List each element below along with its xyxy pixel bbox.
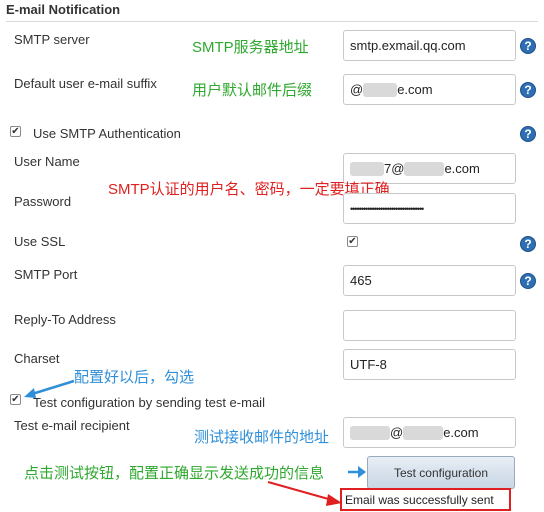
user-name-label: User Name xyxy=(14,154,80,169)
recipient-annotation: 测试接收邮件的地址 xyxy=(194,429,330,446)
section-divider xyxy=(6,21,538,22)
password-input[interactable]: •••••••••••••••••••••••••••••••••• xyxy=(343,193,516,224)
default-suffix-suffix: e.com xyxy=(397,82,433,97)
reply-to-input[interactable] xyxy=(343,310,516,341)
charset-label: Charset xyxy=(14,351,60,366)
smtp-server-help-icon[interactable]: ? xyxy=(520,38,536,54)
test-recipient-input[interactable]: @ e.com xyxy=(343,417,516,448)
redacted-text xyxy=(404,161,445,176)
check-annotation: 配置好以后，勾选 xyxy=(74,369,195,386)
redacted-text xyxy=(403,425,444,440)
reply-to-label: Reply-To Address xyxy=(14,312,116,327)
success-message: Email was successfully sent xyxy=(340,488,511,511)
arrow-icon xyxy=(267,481,342,506)
use-smtp-auth-label: Use SMTP Authentication xyxy=(33,126,181,141)
redacted-text xyxy=(350,425,390,440)
redacted-text xyxy=(350,161,384,176)
smtp-auth-help-icon[interactable]: ? xyxy=(520,126,536,142)
use-ssl-checkbox[interactable]: ✔ xyxy=(347,236,358,247)
redacted-text xyxy=(363,82,398,97)
use-ssl-help-icon[interactable]: ? xyxy=(520,236,536,252)
smtp-port-help-icon[interactable]: ? xyxy=(520,273,536,289)
default-suffix-prefix: @ xyxy=(350,82,364,97)
smtp-port-input[interactable]: 465 xyxy=(343,265,516,296)
user-name-part2: e.com xyxy=(444,161,480,176)
default-suffix-help-icon[interactable]: ? xyxy=(520,82,536,98)
section-title: E-mail Notification xyxy=(6,2,121,17)
test-recipient-part1: @ xyxy=(390,425,404,440)
default-suffix-label: Default user e-mail suffix xyxy=(14,76,157,91)
arrow-icon xyxy=(348,466,366,478)
smtp-server-label: SMTP server xyxy=(14,32,90,47)
test-recipient-label: Test e-mail recipient xyxy=(14,418,130,433)
test-config-label: Test configuration by sending test e-mai… xyxy=(33,395,265,410)
default-suffix-input[interactable]: @ e.com xyxy=(343,74,516,105)
test-recipient-part2: e.com xyxy=(443,425,479,440)
default-suffix-annotation: 用户默认邮件后缀 xyxy=(192,82,313,99)
user-name-part1: 7@ xyxy=(384,161,405,176)
charset-input[interactable]: UTF-8 xyxy=(343,349,516,380)
use-ssl-label: Use SSL xyxy=(14,234,66,249)
password-label: Password xyxy=(14,194,72,209)
test-configuration-button[interactable]: Test configuration xyxy=(367,456,515,489)
smtp-server-annotation: SMTP服务器地址 xyxy=(192,39,309,56)
use-smtp-auth-checkbox[interactable]: ✔ xyxy=(10,126,21,137)
smtp-port-label: SMTP Port xyxy=(14,267,78,282)
smtp-server-input[interactable]: smtp.exmail.qq.com xyxy=(343,30,516,61)
test-config-checkbox[interactable]: ✔ xyxy=(10,394,21,405)
